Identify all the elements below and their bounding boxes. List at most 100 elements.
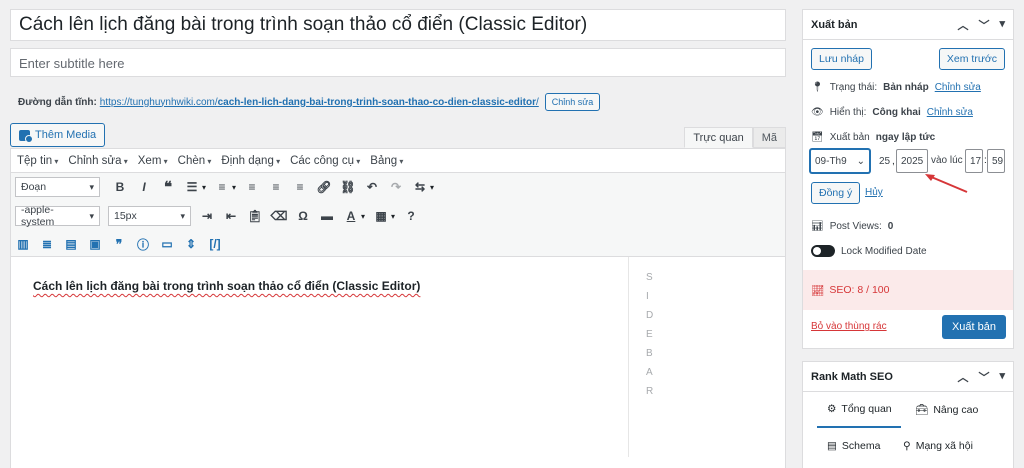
day-input[interactable]: 25 <box>875 149 891 173</box>
chevron-down-icon[interactable]: ﹀ <box>978 17 989 33</box>
seo-icon: 📈︎ <box>811 284 825 297</box>
text-block-icon[interactable]: ▤ <box>63 236 79 252</box>
bold-icon[interactable]: B <box>112 179 128 195</box>
tab-social[interactable]: ⚲ Mạng xã hội <box>903 440 973 452</box>
post-title-input[interactable]: Cách lên lịch đăng bài trong trình soạn … <box>10 9 786 41</box>
editor-mode-tabs: Trực quan Mã <box>684 127 786 148</box>
add-media-label: Thêm Media <box>35 129 97 141</box>
editor-content[interactable]: Cách lên lịch đăng bài trong trình soạn … <box>11 257 785 457</box>
undo-icon[interactable]: ↶ <box>364 179 380 195</box>
menu-view[interactable]: Xem <box>138 155 168 167</box>
hour-value: 17 <box>970 155 982 167</box>
sidebar-letter: S <box>646 272 653 283</box>
lock-modified-row: Lock Modified Date <box>811 245 927 257</box>
chevron-down-icon[interactable]: ﹀ <box>978 369 989 385</box>
status-value: Bản nháp <box>883 82 929 93</box>
spacer-icon[interactable]: ⇕ <box>183 236 199 252</box>
tab-overview-label: Tổng quan <box>841 403 892 415</box>
align-right-icon[interactable]: ≡ <box>292 179 308 195</box>
menu-edit[interactable]: Chỉnh sửa <box>68 155 127 167</box>
align-center-icon[interactable]: ≡ <box>268 179 284 195</box>
toolbar-row-1: Đoạn B I ❝ ☰▾ ≡▾ ≡ ≡ ≡ 🔗︎ ⛓ ↶ ↷ ⇆▾ <box>15 176 434 198</box>
content-paragraph[interactable]: Cách lên lịch đăng bài trong trình soạn … <box>33 279 420 293</box>
link-icon[interactable]: 🔗︎ <box>316 179 332 195</box>
publish-button[interactable]: Xuất bản <box>941 315 1006 339</box>
month-select[interactable]: 09-Th9 ⌄ <box>810 149 870 173</box>
edit-status-link[interactable]: Chỉnh sửa <box>935 82 981 93</box>
edit-visibility-link[interactable]: Chỉnh sửa <box>927 107 973 118</box>
share-icon: ⚲ <box>903 440 911 452</box>
ok-button[interactable]: Đồng ý <box>811 182 861 204</box>
format-select[interactable]: Đoạn <box>15 177 100 197</box>
table-icon[interactable]: ▦ <box>373 208 389 224</box>
alert-icon[interactable]: ⓘ <box>135 236 151 252</box>
at-label: vào lúc <box>931 155 963 166</box>
menu-file[interactable]: Tệp tin <box>17 155 58 167</box>
add-media-button[interactable]: Thêm Media <box>10 123 106 147</box>
button-icon[interactable]: ▭ <box>159 236 175 252</box>
editor-menubar: Tệp tin Chỉnh sửa Xem Chèn Định dạng Các… <box>11 149 785 173</box>
paste-text-icon[interactable]: 📋︎ <box>247 208 263 224</box>
visibility-label: Hiển thị: <box>829 107 867 118</box>
shortcode-icon[interactable]: [/] <box>207 236 223 252</box>
clear-format-icon[interactable]: ⌫ <box>271 208 288 224</box>
post-views-count: 0 <box>887 221 894 232</box>
tab-overview[interactable]: ⚙ Tổng quan <box>827 403 892 415</box>
unlink-icon[interactable]: ⛓ <box>340 179 356 195</box>
image-block-icon[interactable]: ▣ <box>87 236 103 252</box>
caret-down-icon[interactable]: ▾ <box>999 17 1005 33</box>
subtitle-input[interactable]: Enter subtitle here <box>10 48 786 77</box>
trash-link[interactable]: Bỏ vào thùng rác <box>811 321 887 332</box>
tab-text[interactable]: Mã <box>752 127 786 148</box>
lock-modified-toggle[interactable] <box>811 245 835 257</box>
seo-score-bar[interactable]: 📈︎ SEO: 8 / 100 <box>803 270 1013 310</box>
numbered-list-icon[interactable]: ≡ <box>214 179 230 195</box>
columns-icon[interactable]: ▥ <box>15 236 31 252</box>
chevron-up-icon[interactable]: ︿ <box>957 369 968 385</box>
sidebar-letter: A <box>646 367 653 378</box>
indent-icon[interactable]: ⇥ <box>199 208 215 224</box>
redo-icon[interactable]: ↷ <box>388 179 404 195</box>
italic-icon[interactable]: I <box>136 179 152 195</box>
bullet-list-icon[interactable]: ☰ <box>184 179 200 195</box>
menu-format[interactable]: Định dạng <box>221 155 280 167</box>
tab-advanced[interactable]: 🧰︎ Nâng cao <box>915 403 979 417</box>
toggle-toolbar-icon[interactable]: ⇆ <box>412 179 428 195</box>
caret-down-icon[interactable]: ▾ <box>999 369 1005 385</box>
menu-tools[interactable]: Các công cụ <box>290 155 360 167</box>
special-char-icon[interactable]: Ω <box>295 208 311 224</box>
menu-table[interactable]: Bảng <box>370 155 403 167</box>
media-icon <box>19 129 33 143</box>
sidebar-letter: I <box>646 291 649 302</box>
eye-icon: 👁︎ <box>811 107 824 118</box>
align-left-icon[interactable]: ≡ <box>244 179 260 195</box>
publish-panel-header: Xuất bản ︿ ﹀ ▾ <box>803 10 1013 40</box>
help-icon[interactable]: ? <box>403 208 419 224</box>
schedule-row: 📅︎ Xuất bản ngay lập tức <box>811 132 935 143</box>
save-draft-button[interactable]: Lưu nháp <box>811 48 872 70</box>
bar-chart-icon: 📊︎ <box>811 221 824 232</box>
menu-insert[interactable]: Chèn <box>178 155 212 167</box>
edit-permalink-button[interactable]: Chỉnh sửa <box>544 93 601 111</box>
font-family-select[interactable]: -apple-system <box>15 204 100 228</box>
text-color-icon[interactable]: A <box>343 208 359 224</box>
outdent-icon[interactable]: ⇤ <box>223 208 239 224</box>
preview-button[interactable]: Xem trước <box>938 48 1005 70</box>
block-icon[interactable]: ≣ <box>39 236 55 252</box>
horizontal-line-icon[interactable]: ▬ <box>319 208 335 224</box>
font-size-select[interactable]: 15px <box>108 206 191 226</box>
cancel-link[interactable]: Hủy <box>865 187 883 198</box>
publish-panel-title: Xuất bản <box>811 18 858 31</box>
quote-block-icon[interactable]: ❞ <box>111 236 127 252</box>
sidebar-letter: E <box>646 329 653 340</box>
blockquote-icon[interactable]: ❝ <box>160 179 176 196</box>
rankmath-title: Rank Math SEO <box>811 370 893 383</box>
status-label: Trạng thái: <box>829 82 878 93</box>
minute-input[interactable]: 59 <box>987 149 1005 173</box>
chevron-up-icon[interactable]: ︿ <box>957 17 968 33</box>
tab-schema[interactable]: ▤ Schema <box>827 440 880 452</box>
permalink-link[interactable]: https://tunghuynhwiki.com/cach-len-lich-… <box>100 97 539 108</box>
tab-advanced-label: Nâng cao <box>933 403 979 416</box>
tab-visual[interactable]: Trực quan <box>684 127 753 148</box>
sidebar-letter: B <box>646 348 653 359</box>
